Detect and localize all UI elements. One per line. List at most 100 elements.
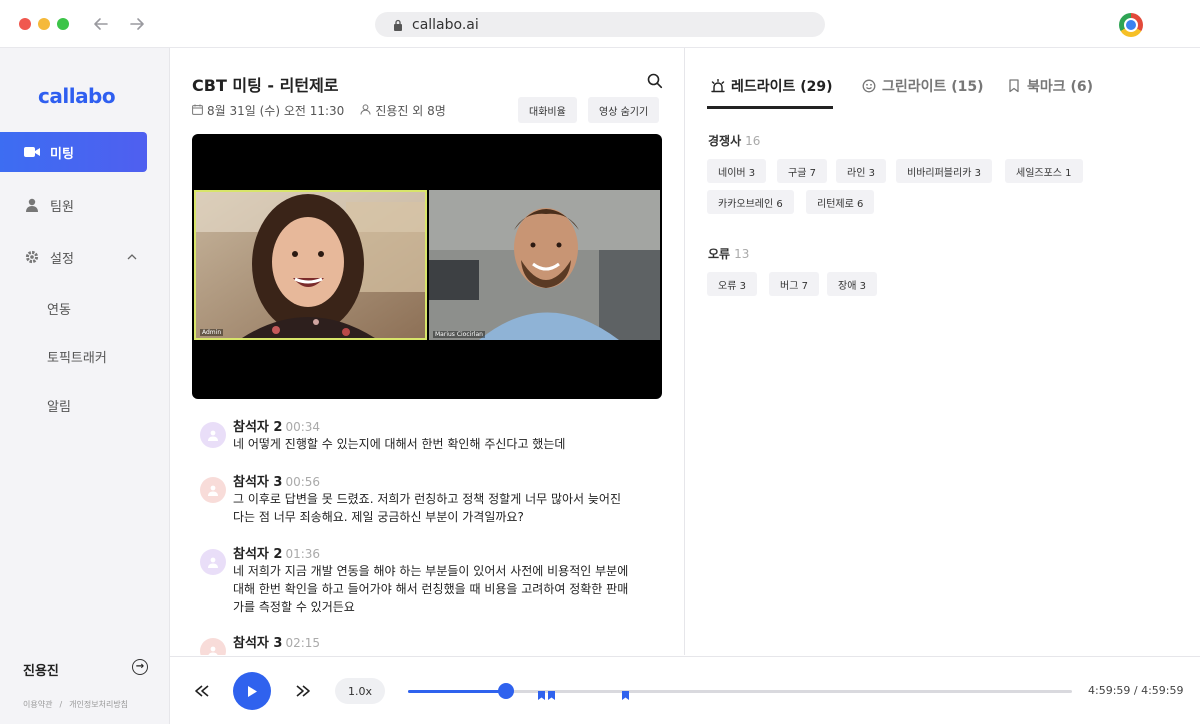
progress-handle[interactable]	[498, 683, 515, 699]
speaker-line: 참석자 3 02:15	[233, 632, 320, 651]
keyword-chip[interactable]: 세일즈포스 1	[1005, 159, 1083, 183]
back-arrow-icon[interactable]	[89, 12, 113, 36]
bookmark-icon	[1007, 79, 1021, 93]
section-title-errors: 오류 13	[708, 245, 749, 262]
sidebar-item-label: 미팅	[50, 146, 74, 162]
section-count: 16	[745, 134, 761, 148]
footer-separator: /	[59, 700, 63, 709]
minimize-window-button[interactable]	[38, 18, 50, 30]
tab-label: 북마크 (6)	[1027, 79, 1094, 95]
meeting-date: 8월 31일 (수) 오전 11:30	[207, 104, 345, 118]
fast-forward-icon[interactable]	[293, 681, 313, 701]
meeting-meta: 8월 31일 (수) 오전 11:30 진용진 외 8명	[192, 102, 446, 119]
sidebar-item-notifications[interactable]: 알림	[47, 396, 71, 415]
meeting-panel: CBT 미팅 - 리턴제로 8월 31일 (수) 오전 11:30 진용진 외 …	[170, 48, 685, 655]
speaker-line: 참석자 3 00:56	[233, 471, 320, 490]
participant-video-image	[196, 192, 425, 338]
section-title-text: 경쟁사	[708, 134, 742, 148]
video-player[interactable]: Admin Marius Ciocirlan	[192, 134, 662, 399]
transcript-text: 그 이후로 답변을 못 드렸죠. 저희가 런칭하고 정책 정할게 너무 많아서 …	[233, 492, 622, 524]
sidebar-item-topic-tracker[interactable]: 토픽트래커	[47, 347, 107, 366]
keyword-chip[interactable]: 버그 7	[769, 272, 819, 296]
logout-icon[interactable]: →	[132, 659, 148, 675]
sidebar-item-members[interactable]: 팀원	[0, 185, 147, 225]
keyword-chip[interactable]: 장애 3	[827, 272, 877, 296]
hide-video-button[interactable]: 영상 숨기기	[588, 97, 660, 123]
address-bar[interactable]: callabo.ai	[375, 12, 825, 37]
avatar	[200, 422, 226, 448]
participant-video-image	[429, 190, 660, 340]
sidebar-item-integrations[interactable]: 연동	[47, 299, 71, 318]
play-icon	[248, 685, 257, 697]
bookmark-marker-icon[interactable]	[548, 685, 556, 700]
speaker-name: 참석자 3	[233, 636, 283, 651]
speaker-name: 참석자 2	[233, 420, 283, 435]
video-tile-admin: Admin	[194, 190, 427, 340]
time-display: 4:59:59 / 4:59:59	[1088, 684, 1184, 697]
timestamp[interactable]: 01:36	[285, 547, 320, 561]
sidebar-item-meeting[interactable]: 미팅	[0, 132, 147, 172]
tab-label: 레드라이트 (29)	[731, 79, 833, 95]
close-window-button[interactable]	[19, 18, 31, 30]
maximize-window-button[interactable]	[57, 18, 69, 30]
audio-player-bar: 1.0x 4:59:59 / 4:59:59	[170, 656, 1200, 724]
sidebar-item-settings[interactable]: 설정	[0, 237, 147, 277]
video-caption: Admin	[200, 329, 224, 336]
alert-light-icon	[711, 79, 725, 93]
section-title-text: 오류	[708, 247, 731, 261]
sidebar: callabo 미팅 팀원 설정 연동 토픽트래커 알림 진용진 → 이용약관 /…	[0, 48, 170, 724]
play-button[interactable]	[233, 672, 271, 710]
bookmark-marker-icon[interactable]	[622, 685, 630, 700]
person-icon	[24, 197, 40, 213]
speaker-name: 참석자 2	[233, 547, 283, 562]
avatar	[200, 549, 226, 575]
keyword-chip[interactable]: 네이버 3	[707, 159, 767, 183]
bookmark-marker-icon[interactable]	[537, 685, 545, 700]
keyword-chip[interactable]: 구글 7	[777, 159, 827, 183]
keyword-chip[interactable]: 리턴제로 6	[806, 190, 875, 214]
user-name: 진용진	[23, 664, 59, 679]
avatar	[200, 477, 226, 503]
chevron-up-icon[interactable]	[127, 252, 137, 263]
person-icon	[208, 646, 218, 655]
browser-toolbar: callabo.ai	[0, 0, 1200, 48]
timestamp[interactable]: 00:34	[285, 420, 320, 434]
transcript-text: 네 어떻게 진행할 수 있는지에 대해서 한번 확인해 주신다고 했는데	[233, 437, 566, 451]
terms-link[interactable]: 이용약관	[23, 700, 52, 709]
progress-track[interactable]	[408, 683, 1072, 700]
url-text: callabo.ai	[412, 16, 479, 33]
tab-redlight[interactable]: 레드라이트 (29)	[711, 76, 833, 96]
speaker-name: 참석자 3	[233, 475, 283, 490]
person-icon	[208, 485, 218, 496]
keyword-chip[interactable]: 카카오브레인 6	[707, 190, 794, 214]
transcript-text: 네 저희가 지금 개발 연동을 해야 하는 부분들이 있어서 사전에 비용적인 …	[233, 564, 629, 614]
keyword-chip[interactable]: 오류 3	[707, 272, 757, 296]
tab-bookmark[interactable]: 북마크 (6)	[1007, 76, 1093, 96]
keyword-chip[interactable]: 비바리퍼블리카 3	[896, 159, 992, 183]
rewind-icon[interactable]	[192, 681, 212, 701]
tab-greenlight[interactable]: 그린라이트 (15)	[862, 76, 984, 96]
progress-fill	[408, 690, 507, 693]
forward-arrow-icon[interactable]	[125, 12, 149, 36]
section-count: 13	[734, 247, 750, 261]
avatar	[200, 638, 226, 655]
privacy-link[interactable]: 개인정보처리방침	[69, 700, 128, 709]
footer-links: 이용약관 / 개인정보처리방침	[23, 699, 128, 710]
speaker-line: 참석자 2 00:34	[233, 416, 320, 435]
timestamp[interactable]: 02:15	[285, 636, 320, 650]
smile-icon	[862, 79, 876, 93]
section-title-competitors: 경쟁사 16	[708, 132, 760, 149]
app-logo[interactable]: callabo	[38, 84, 116, 108]
sidebar-item-label: 설정	[50, 251, 74, 267]
timestamp[interactable]: 00:56	[285, 475, 320, 489]
search-icon[interactable]	[647, 73, 663, 89]
calendar-icon	[192, 104, 203, 118]
tab-label: 그린라이트 (15)	[882, 79, 984, 95]
person-icon	[208, 557, 218, 568]
keyword-chip[interactable]: 라인 3	[836, 159, 886, 183]
chrome-icon[interactable]	[1119, 13, 1143, 37]
speaker-line: 참석자 2 01:36	[233, 543, 320, 562]
playback-speed-button[interactable]: 1.0x	[335, 678, 385, 704]
talk-ratio-button[interactable]: 대화비율	[518, 97, 577, 123]
person-icon	[208, 430, 218, 441]
